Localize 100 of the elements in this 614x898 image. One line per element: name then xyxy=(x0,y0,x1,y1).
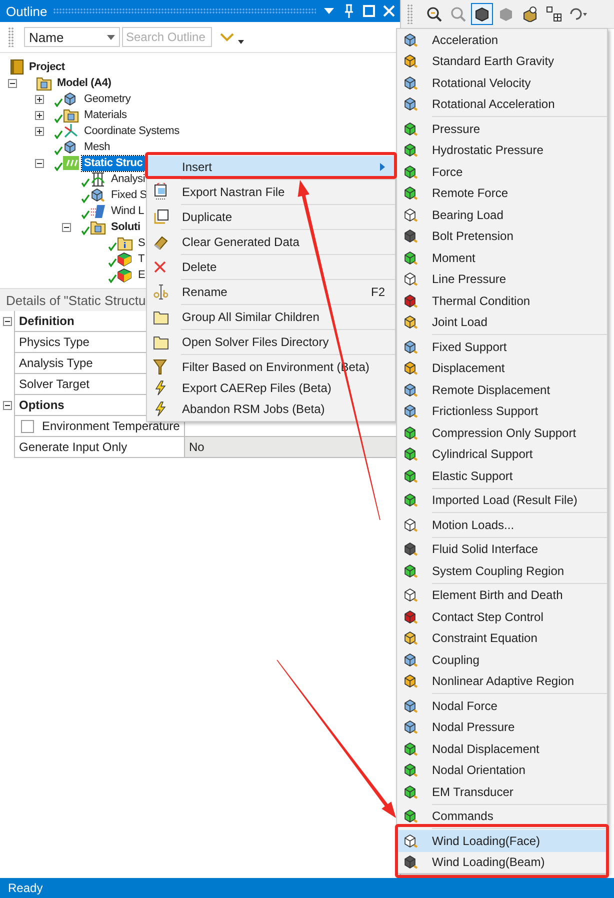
tree-item[interactable]: T xyxy=(136,252,147,266)
menu-item[interactable]: Commands xyxy=(397,806,607,827)
cube-icon xyxy=(403,96,419,112)
menu-item[interactable]: Delete xyxy=(147,256,395,278)
expand-toggle[interactable] xyxy=(35,126,44,136)
menu-item[interactable]: Imported Load (Result File) xyxy=(397,490,607,511)
name-dropdown[interactable]: Name xyxy=(24,27,120,47)
menu-item[interactable]: Remote Displacement xyxy=(397,379,607,400)
expand-toggle[interactable] xyxy=(8,78,17,88)
tree-item[interactable]: Project xyxy=(27,60,67,74)
property-label: Environment Temperature xyxy=(42,419,180,433)
menu-item[interactable]: Moment xyxy=(397,247,607,268)
tree-item[interactable]: Mesh xyxy=(82,140,112,154)
lightning-icon xyxy=(153,400,167,416)
menu-item[interactable]: Element Birth and Death xyxy=(397,584,607,606)
tree-item[interactable]: Soluti xyxy=(109,220,142,234)
property-label: Generate Input Only xyxy=(14,437,185,458)
menu-item[interactable]: Line Pressure xyxy=(397,268,607,290)
search-field[interactable]: Search Outline xyxy=(122,27,212,47)
menu-item[interactable]: System Coupling Region xyxy=(397,560,607,582)
eraser-icon xyxy=(153,234,169,250)
menu-item[interactable]: Abandon RSM Jobs (Beta) xyxy=(147,398,395,419)
menu-item[interactable]: Acceleration xyxy=(397,29,607,50)
menu-item[interactable]: Bolt Pretension xyxy=(397,226,607,247)
menu-item[interactable]: Coupling xyxy=(397,649,607,670)
collapse-toggle[interactable] xyxy=(3,317,12,326)
menu-item[interactable]: Nodal Pressure xyxy=(397,716,607,738)
menu-item[interactable]: Rotational Acceleration xyxy=(397,94,607,115)
axes-icon xyxy=(63,123,79,139)
menu-item[interactable]: Rotational Velocity xyxy=(397,72,607,94)
result-cube-icon xyxy=(117,267,133,283)
tree-item[interactable]: Coordinate Systems xyxy=(82,124,182,138)
menu-item[interactable]: Contact Step Control xyxy=(397,606,607,628)
expand-toggle[interactable] xyxy=(35,94,44,104)
menu-item[interactable]: Wind Loading(Face) xyxy=(397,830,607,852)
menu-item[interactable]: Motion Loads... xyxy=(397,514,607,536)
cube-icon xyxy=(403,740,419,757)
menu-item[interactable]: Constraint Equation xyxy=(397,628,607,649)
cube-icon xyxy=(403,541,419,558)
tree-item[interactable]: Materials xyxy=(82,108,129,122)
collapse-toggle[interactable] xyxy=(3,401,12,410)
folder-icon xyxy=(153,334,169,350)
menu-item[interactable]: Export Nastran File xyxy=(147,181,395,203)
expand-toggle[interactable] xyxy=(35,158,44,168)
folder-icon xyxy=(153,309,169,325)
tree-item[interactable]: Geometry xyxy=(82,92,133,106)
expand-toggle[interactable] xyxy=(35,110,44,120)
cube-icon xyxy=(403,53,419,70)
minus-icon xyxy=(10,80,15,86)
menu-item[interactable]: Fluid Solid Interface xyxy=(397,538,607,560)
menu-item[interactable]: Fixed Support xyxy=(397,336,607,358)
menu-item[interactable]: Duplicate xyxy=(147,206,395,228)
cube-icon xyxy=(403,832,419,849)
menu-item[interactable]: Clear Generated Data xyxy=(147,231,395,253)
cube-icon xyxy=(403,74,419,91)
maximize-button[interactable] xyxy=(362,4,376,18)
cube-icon xyxy=(403,292,419,309)
menu-item[interactable]: Pressure xyxy=(397,118,607,140)
menu-item[interactable]: Bearing Load xyxy=(397,204,607,226)
menu-item[interactable]: EM Transducer xyxy=(397,781,607,802)
menu-item[interactable]: Joint Load xyxy=(397,312,607,333)
menu-item[interactable]: Remote Force xyxy=(397,182,607,204)
menu-item[interactable]: Nodal Orientation xyxy=(397,760,607,781)
tree-item[interactable]: Static Struc xyxy=(82,156,145,170)
menu-item[interactable]: Standard Earth Gravity xyxy=(397,50,607,72)
tree-item[interactable]: E xyxy=(136,268,148,282)
cube-icon xyxy=(403,228,419,244)
folder-icon xyxy=(63,107,79,123)
caret-icon xyxy=(107,34,115,40)
cube-icon xyxy=(403,360,419,376)
menu-item[interactable]: Frictionless Support xyxy=(397,400,607,422)
menu-item[interactable]: Nodal Displacement xyxy=(397,738,607,760)
pin-button[interactable] xyxy=(342,4,356,18)
menu-item[interactable]: Elastic Support xyxy=(397,465,607,486)
submenu-arrow-icon xyxy=(380,163,385,171)
expand-toggle[interactable] xyxy=(62,222,71,232)
tree-item[interactable]: Analysi xyxy=(109,172,148,186)
cube-icon xyxy=(403,492,419,508)
menu-item[interactable]: Insert xyxy=(147,156,395,178)
menu-item[interactable]: Force xyxy=(397,161,607,182)
caret-icon[interactable] xyxy=(238,40,244,44)
menu-item[interactable]: Thermal Condition xyxy=(397,290,607,312)
menu-item[interactable]: Wind Loading(Beam) xyxy=(397,852,607,873)
menu-item[interactable]: Displacement xyxy=(397,358,607,379)
cube-icon xyxy=(90,187,106,203)
cube-icon xyxy=(403,587,419,604)
cube-icon[interactable] xyxy=(471,3,493,25)
menu-item[interactable]: Cylindrical Support xyxy=(397,444,607,465)
tree-item[interactable]: Model (A4) xyxy=(55,76,114,90)
close-button[interactable] xyxy=(382,4,396,18)
menu-item[interactable]: Nonlinear Adaptive Region xyxy=(397,670,607,692)
cube-icon xyxy=(403,424,419,441)
tree-item[interactable]: Wind L xyxy=(109,204,146,218)
tree-item[interactable]: S xyxy=(136,236,148,250)
menu-item[interactable]: Hydrostatic Pressure xyxy=(397,140,607,161)
menu-item[interactable]: Nodal Force xyxy=(397,695,607,716)
menu-item[interactable]: Compression Only Support xyxy=(397,422,607,444)
cube-icon xyxy=(403,446,419,462)
checkbox[interactable] xyxy=(21,420,34,432)
minus-icon xyxy=(5,319,10,324)
